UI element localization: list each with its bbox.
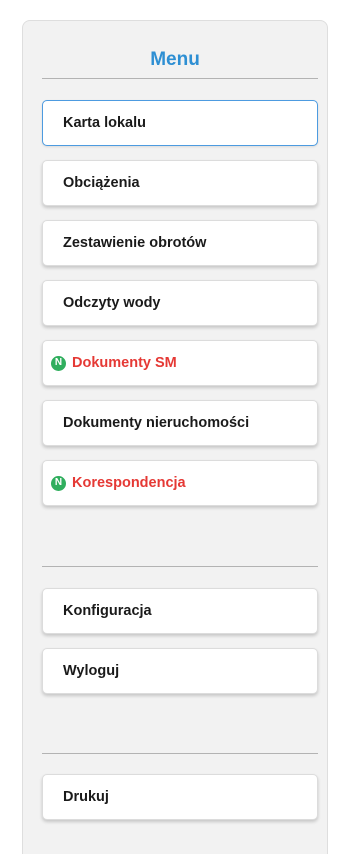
menu-item-zestawienie-obrotow[interactable]: Zestawienie obrotów [42,220,318,266]
menu-item-obciazenia[interactable]: Obciążenia [42,160,318,206]
menu-panel: Menu Karta lokalu Obciążenia Zestawienie… [22,20,328,854]
menu-item-dokumenty-sm[interactable]: N Dokumenty SM [42,340,318,386]
menu-item-label: Korespondencja [72,475,186,491]
menu-item-label: Konfiguracja [63,603,152,619]
menu-item-korespondencja[interactable]: N Korespondencja [42,460,318,506]
section-divider [42,566,318,567]
menu-item-label: Zestawienie obrotów [63,235,207,251]
menu-item-wyloguj[interactable]: Wyloguj [42,648,318,694]
menu-title: Menu [150,49,200,70]
menu-item-label: Odczyty wody [63,295,161,311]
menu-item-dokumenty-nieruchomosci[interactable]: Dokumenty nieruchomości [42,400,318,446]
menu-item-label: Obciążenia [63,175,140,191]
menu-item-drukuj[interactable]: Drukuj [42,774,318,820]
section-divider [42,753,318,754]
menu-item-konfiguracja[interactable]: Konfiguracja [42,588,318,634]
menu-item-label: Karta lokalu [63,115,146,131]
menu-item-odczyty-wody[interactable]: Odczyty wody [42,280,318,326]
new-badge-icon: N [51,475,66,491]
menu-item-label: Dokumenty nieruchomości [63,415,250,431]
new-badge-icon: N [51,355,66,371]
menu-item-label: Dokumenty SM [72,355,177,371]
menu-item-karta-lokalu[interactable]: Karta lokalu [42,100,318,146]
menu-title-divider [42,78,318,79]
menu-item-label: Drukuj [63,789,109,805]
menu-item-label: Wyloguj [63,663,120,679]
